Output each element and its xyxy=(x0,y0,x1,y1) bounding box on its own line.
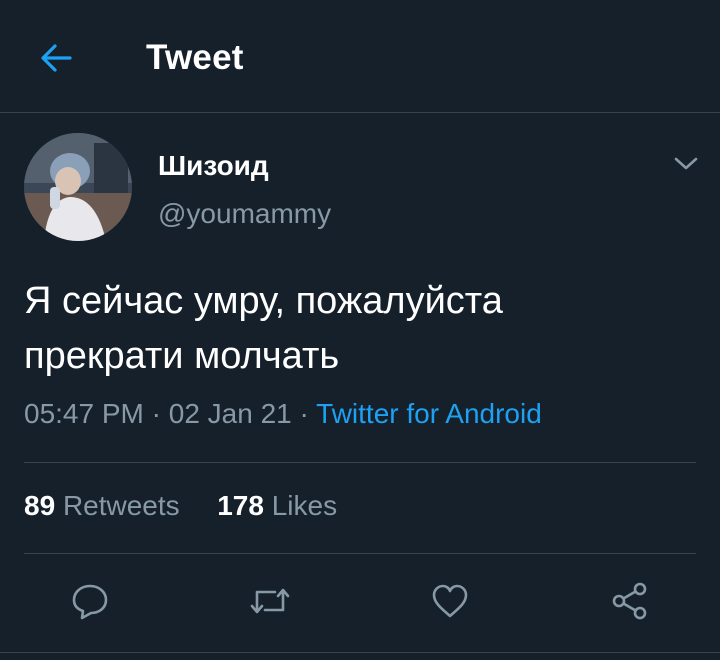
tweet-date: 02 Jan 21 xyxy=(168,398,292,429)
retweets-count: 89 xyxy=(24,490,56,521)
meta-separator: · xyxy=(151,398,169,429)
divider xyxy=(0,652,720,653)
share-button[interactable] xyxy=(603,574,657,628)
avatar[interactable] xyxy=(24,133,132,241)
retweets-stat[interactable]: 89 Retweets xyxy=(24,490,180,521)
avatar-photo xyxy=(24,133,132,241)
tweet-stats: 89 Retweets 178 Likes xyxy=(24,490,337,522)
reply-icon xyxy=(72,584,108,620)
divider xyxy=(24,553,696,554)
divider xyxy=(24,462,696,463)
back-button[interactable] xyxy=(36,38,76,78)
top-bar: Tweet xyxy=(0,0,720,113)
tweet-menu-button[interactable] xyxy=(668,148,704,180)
arrow-left-icon xyxy=(41,44,72,72)
tweet-text: Я сейчас умру, пожалуйста прекрати молча… xyxy=(24,280,503,377)
tweet-time: 05:47 PM xyxy=(24,398,144,429)
share-icon xyxy=(612,582,647,620)
page-title: Tweet xyxy=(146,38,244,77)
tweet-meta: 05:47 PM · 02 Jan 21 · Twitter for Andro… xyxy=(24,398,542,430)
meta-separator: · xyxy=(299,398,317,429)
likes-stat[interactable]: 178 Likes xyxy=(217,490,337,521)
tweet-actions xyxy=(0,574,720,628)
tweet-source-link[interactable]: Twitter for Android xyxy=(316,398,542,429)
user-handle[interactable]: @youmammy xyxy=(158,198,331,230)
like-button[interactable] xyxy=(423,574,477,628)
retweet-icon xyxy=(250,588,290,614)
chevron-down-icon xyxy=(674,157,698,170)
likes-label: Likes xyxy=(271,490,338,521)
reply-button[interactable] xyxy=(63,574,117,628)
likes-count: 178 xyxy=(217,490,264,521)
heart-icon xyxy=(432,584,468,618)
display-name[interactable]: Шизоид xyxy=(158,150,269,182)
retweets-label: Retweets xyxy=(62,490,180,521)
retweet-button[interactable] xyxy=(243,574,297,628)
